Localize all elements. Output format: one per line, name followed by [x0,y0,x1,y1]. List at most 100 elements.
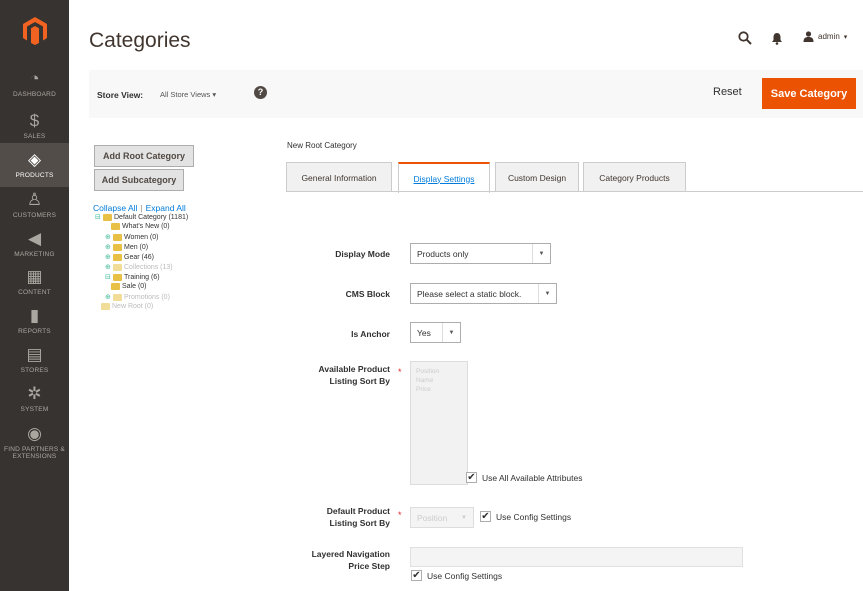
sidebar-item-label: SALES [23,133,46,140]
dashboard-icon: ◔ [29,69,40,88]
page-title: Categories [89,29,191,52]
display-mode-select[interactable]: Products only ▼ [410,243,551,264]
price-step-label: Layered Navigation Price Step [280,548,390,572]
cms-block-value: Please select a static block. [417,288,522,299]
required-marker: * [398,367,402,377]
default-sort-value: Position [417,512,448,523]
checkbox-checked-icon: ✔ [411,569,422,581]
default-sort-label-line2: Listing Sort By [329,518,390,528]
folder-icon [113,233,122,241]
multiselect-option: Position [416,368,440,375]
tree-node-label: Women (0) [124,233,159,241]
add-subcategory-button[interactable]: Add Subcategory [94,169,184,191]
use-all-attributes-label: Use All Available Attributes [482,472,583,483]
sidebar-item-stores[interactable]: ▤ STORES [0,338,69,382]
tab-custom-design[interactable]: Custom Design [495,162,579,192]
tab-general-information[interactable]: General Information [286,162,392,192]
available-sort-multiselect[interactable]: Position Name Price [410,361,468,485]
multiselect-option: Price [416,386,431,393]
collapse-all-link[interactable]: Collapse All [93,203,137,213]
sidebar-item-reports[interactable]: ▮ REPORTS [0,299,69,343]
price-step-use-config-checkbox[interactable]: ✔ Use Config Settings [411,570,502,581]
tree-node-men[interactable]: ⊕ Men (0) [105,243,148,251]
tab-display-settings[interactable]: Display Settings [398,162,490,193]
expand-icon[interactable]: ⊕ [105,263,111,271]
tree-node-label: Men (0) [124,243,149,251]
link-separator: | [140,203,143,213]
extensions-icon: ◉ [27,423,42,443]
reports-icon: ▮ [29,306,40,325]
tree-node-training[interactable]: ⊟ Training (6) [105,273,160,281]
sidebar-item-sales[interactable]: $ SALES [0,104,69,148]
sidebar-item-system[interactable]: ✲ SYSTEM [0,377,69,421]
tree-node-sale[interactable]: Sale (0) [111,283,147,290]
store-view-switcher[interactable]: All Store Views ▾ [160,90,216,99]
tree-node-women[interactable]: ⊕ Women (0) [105,233,159,241]
add-root-category-button[interactable]: Add Root Category [94,145,194,167]
is-anchor-label: Is Anchor [351,329,390,339]
sidebar-item-label: MARKETING [14,251,55,258]
tree-node-label: Gear (46) [124,253,154,261]
tree-node-new-root[interactable]: New Root (0) [101,303,153,310]
tree-toggle-links: Collapse All | Expand All [93,203,186,213]
sidebar-item-label: SYSTEM [20,406,49,413]
help-icon[interactable]: ? [254,86,267,99]
folder-icon [113,263,122,271]
price-step-input[interactable] [410,547,743,567]
chevron-down-icon: ▾ [843,33,848,41]
save-category-button[interactable]: Save Category [762,78,856,109]
reset-button[interactable]: Reset [713,86,742,98]
tree-node-gear[interactable]: ⊕ Gear (46) [105,253,154,261]
sidebar-item-label: REPORTS [18,328,51,335]
expand-icon[interactable]: ⊕ [105,293,111,301]
default-sort-select[interactable]: Position ▼ [410,507,474,528]
sidebar-item-label: FIND PARTNERS & EXTENSIONS [4,445,65,460]
tree-node-label: Promotions (0) [124,293,170,301]
tree-node-promotions[interactable]: ⊕ Promotions (0) [105,293,170,301]
collapse-icon[interactable]: ⊟ [105,273,111,281]
use-all-attributes-checkbox[interactable]: ✔ Use All Available Attributes [466,472,583,483]
tree-node-default-category[interactable]: ⊟ Default Category (1181) [95,213,188,221]
available-sort-label-line2: Listing Sort By [329,376,390,386]
checkbox-checked-icon: ✔ [480,510,491,522]
folder-icon [103,213,112,221]
search-icon[interactable] [738,31,752,45]
expand-all-link[interactable]: Expand All [146,203,186,213]
content-icon: ▦ [26,267,43,286]
tab-category-products[interactable]: Category Products [583,162,686,192]
folder-icon [113,293,122,301]
magento-logo[interactable] [0,0,69,62]
tree-node-label: Collections (13) [124,263,173,271]
tabs-divider [286,191,863,192]
megaphone-icon: ◀ [27,229,42,248]
sidebar-item-find-partners-extensions[interactable]: ◉ FIND PARTNERS & EXTENSIONS [0,417,69,467]
is-anchor-select[interactable]: Yes ▼ [410,322,461,343]
display-mode-label: Display Mode [335,249,390,259]
tree-node-whats-new[interactable]: What's New (0) [111,223,170,230]
expand-icon[interactable]: ⊕ [105,243,111,251]
expand-icon[interactable]: ⊕ [105,233,111,241]
required-marker: * [398,510,402,520]
sidebar-item-label: CONTENT [18,289,51,296]
expand-icon[interactable]: ⊕ [105,253,111,261]
tree-node-label: Sale (0) [122,283,147,290]
chevron-down-icon: ▼ [442,323,460,342]
store-view-label: Store View: [97,90,144,100]
tree-node-label: Training (6) [124,273,160,281]
sidebar-item-products[interactable]: ◈ PRODUCTS [0,143,69,187]
section-title: New Root Category [287,141,357,150]
sidebar-item-dashboard[interactable]: ◔ DASHBOARD [0,62,69,106]
user-menu[interactable]: admin ▾ [803,31,847,42]
sidebar-item-content[interactable]: ▦ CONTENT [0,260,69,304]
default-sort-label-line1: Default Product [326,506,390,516]
dollar-icon: $ [29,111,40,130]
bell-icon[interactable] [771,32,783,45]
default-sort-use-config-checkbox[interactable]: ✔ Use Config Settings [480,511,571,522]
folder-icon [111,223,120,230]
tree-node-collections[interactable]: ⊕ Collections (13) [105,263,173,271]
sidebar-item-customers[interactable]: ♙ CUSTOMERS [0,183,69,227]
cms-block-select[interactable]: Please select a static block. ▼ [410,283,557,304]
cms-block-label: CMS Block [345,289,390,299]
collapse-icon[interactable]: ⊟ [95,213,101,221]
admin-sidebar: ◔ DASHBOARD $ SALES ◈ PRODUCTS ♙ CUSTOMERS ◀ MARK… [0,0,69,591]
